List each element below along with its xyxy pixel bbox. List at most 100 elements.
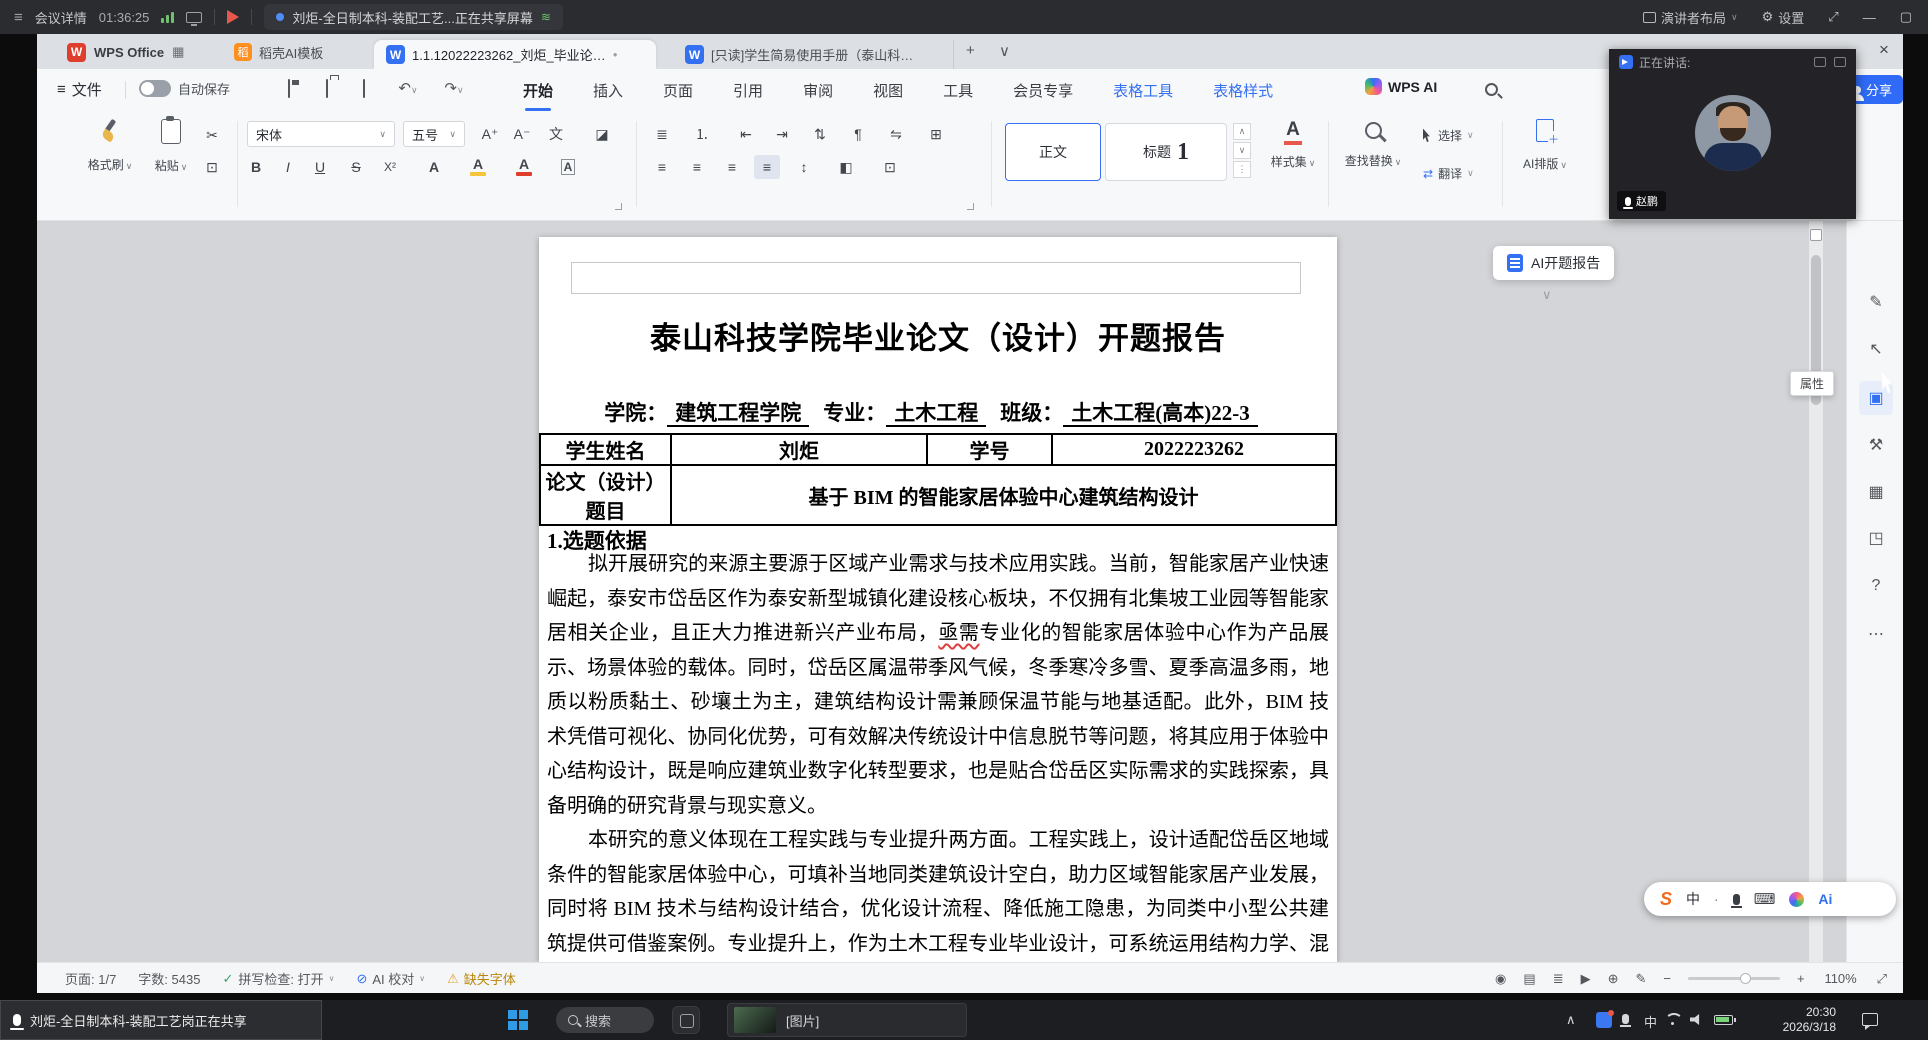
sharing-screen-tab[interactable]: 刘炬-全日制本科-装配工艺...正在共享屏幕 ≋ bbox=[264, 4, 563, 30]
eye-protect-icon[interactable]: ◉ bbox=[1495, 971, 1506, 987]
pip-icon[interactable] bbox=[1834, 57, 1846, 67]
tray-meeting-app-icon[interactable] bbox=[1596, 1012, 1612, 1028]
ime-ai-button[interactable]: Ai bbox=[1818, 891, 1832, 907]
save-button[interactable] bbox=[280, 80, 298, 98]
align-center-button[interactable]: ≡ bbox=[684, 155, 710, 179]
find-replace-button[interactable]: 查找替换∨ bbox=[1340, 119, 1406, 169]
borders-button[interactable]: ⊡ bbox=[877, 155, 903, 179]
outline-view-icon[interactable]: ≣ bbox=[1553, 971, 1564, 987]
pinyin-button[interactable]: A bbox=[419, 155, 449, 179]
play-view-icon[interactable]: ▶ bbox=[1581, 971, 1591, 987]
print-preview-button[interactable] bbox=[355, 80, 373, 98]
screen-sharing-indicator[interactable]: 刘炬-全日制本科-装配工艺岗正在共享 bbox=[0, 1000, 322, 1040]
fullscreen-button[interactable]: ⤢ bbox=[1822, 5, 1844, 29]
menu-视图[interactable]: 视图 bbox=[873, 80, 903, 101]
menu-开始[interactable]: 开始 bbox=[523, 80, 553, 101]
justify-button[interactable]: ≡ bbox=[754, 155, 780, 179]
menu-工具[interactable]: 工具 bbox=[943, 80, 973, 101]
copy-button[interactable]: ⊡ bbox=[199, 155, 225, 179]
undo-button[interactable]: ↶∨ bbox=[393, 80, 423, 98]
start-button[interactable] bbox=[508, 1010, 528, 1030]
missing-font-warning[interactable]: ⚠ 缺失字体 bbox=[447, 969, 516, 988]
ai-layout-button[interactable]: AI排版∨ bbox=[1517, 119, 1573, 172]
format-painter-button[interactable]: 格式刷∨ bbox=[82, 119, 138, 173]
ai-report-button[interactable]: AI开题报告 bbox=[1493, 246, 1614, 280]
minimize-button[interactable]: — bbox=[1857, 6, 1882, 29]
align-left-button[interactable]: ≡ bbox=[649, 155, 675, 179]
decrease-indent-button[interactable]: ⇤ bbox=[733, 122, 759, 146]
bookmark-icon[interactable]: ◳ bbox=[1859, 521, 1893, 555]
redo-button[interactable]: ↷∨ bbox=[439, 80, 469, 98]
sort-button[interactable]: ⇅ bbox=[807, 122, 833, 146]
style-heading1[interactable]: 标题 1 bbox=[1105, 123, 1227, 181]
menu-表格样式[interactable]: 表格样式 bbox=[1213, 80, 1273, 101]
document-canvas[interactable]: 泰山科技学院毕业论文（设计）开题报告 学院：建筑工程学院专业：土木工程班级：土木… bbox=[37, 221, 1846, 962]
italic-button[interactable]: I bbox=[275, 155, 301, 179]
style-gallery-down[interactable]: ∨ bbox=[1233, 142, 1251, 159]
volume-icon[interactable] bbox=[1690, 1014, 1703, 1025]
wifi-icon[interactable] bbox=[1664, 1013, 1680, 1026]
increase-indent-button[interactable]: ⇥ bbox=[769, 122, 795, 146]
text-wrap-button[interactable]: ⇋ bbox=[883, 122, 909, 146]
style-normal[interactable]: 正文 bbox=[1005, 123, 1101, 181]
increase-font-button[interactable]: A⁺ bbox=[477, 122, 503, 146]
menu-表格工具[interactable]: 表格工具 bbox=[1113, 80, 1173, 101]
tab-docer-templates[interactable]: 稻 稻壳AI模板 bbox=[224, 38, 333, 66]
print-button[interactable] bbox=[318, 80, 336, 98]
edit-pen-icon[interactable]: ✎ bbox=[1636, 971, 1647, 987]
autosave-toggle[interactable]: 自动保存 bbox=[139, 79, 230, 98]
wps-close-button[interactable]: × bbox=[1873, 40, 1895, 60]
numbered-list-button[interactable]: ⒈ bbox=[689, 122, 715, 146]
fit-page-icon[interactable]: ⤢ bbox=[1877, 971, 1887, 987]
select-tool-icon[interactable]: ↖ bbox=[1859, 332, 1893, 366]
zoom-out-button[interactable]: − bbox=[1663, 971, 1671, 986]
paragraph-group-expand-icon[interactable] bbox=[967, 203, 974, 210]
toolbox-icon[interactable]: ⚒ bbox=[1859, 428, 1893, 462]
file-menu-button[interactable]: ≡ 文件 bbox=[57, 79, 102, 100]
ime-logo-icon[interactable]: S bbox=[1660, 889, 1672, 910]
menu-引用[interactable]: 引用 bbox=[733, 80, 763, 101]
battery-icon[interactable] bbox=[1714, 1015, 1733, 1025]
app-flag-icon[interactable] bbox=[227, 10, 239, 24]
tab-document-manual[interactable]: W [只读]学生简易使用手册（泰山科技… bbox=[673, 40, 954, 69]
screenshare-monitor-icon[interactable] bbox=[186, 12, 202, 23]
ai-proof-status[interactable]: ⊘ AI 校对 ∨ bbox=[356, 969, 425, 988]
ime-toolbar[interactable]: S 中 · ⌨ Ai bbox=[1644, 882, 1896, 916]
zoom-level[interactable]: 110% bbox=[1822, 971, 1860, 986]
char-shading-button[interactable]: A bbox=[555, 155, 581, 179]
web-view-icon[interactable]: ⊕ bbox=[1608, 971, 1619, 987]
highlight-color-button[interactable]: A bbox=[463, 155, 493, 179]
font-name-select[interactable]: 宋体∨ bbox=[247, 121, 395, 147]
camera-icon[interactable] bbox=[1814, 57, 1826, 67]
vertical-scrollbar[interactable] bbox=[1809, 221, 1823, 962]
page-indicator[interactable]: 页面: 1/7 bbox=[65, 969, 116, 988]
menu-插入[interactable]: 插入 bbox=[593, 80, 623, 101]
style-gallery-up[interactable]: ∧ bbox=[1233, 123, 1251, 140]
apps-grid-icon[interactable]: ▦ bbox=[172, 44, 184, 60]
font-group-expand-icon[interactable] bbox=[615, 203, 622, 210]
insert-table-icon[interactable]: ⊞ bbox=[923, 122, 949, 146]
taskbar-chat-preview[interactable]: [图片] bbox=[727, 1003, 967, 1037]
bullet-list-button[interactable]: ≣ bbox=[649, 122, 675, 146]
word-count[interactable]: 字数: 5435 bbox=[138, 969, 200, 988]
style-gallery-more[interactable]: ⋮ bbox=[1233, 161, 1251, 178]
tab-document-active[interactable]: W 1.1.12022223262_刘炬_毕业论… ● bbox=[374, 40, 656, 69]
tray-language-indicator[interactable]: 中 bbox=[1644, 1012, 1657, 1031]
decrease-font-button[interactable]: A⁻ bbox=[509, 122, 535, 146]
ime-skin-icon[interactable] bbox=[1789, 892, 1804, 907]
strikethrough-button[interactable]: S bbox=[343, 155, 369, 179]
maximize-button[interactable]: ▢ bbox=[1894, 5, 1918, 29]
speaker-layout-button[interactable]: 演讲者布局 ∨ bbox=[1637, 4, 1744, 31]
document-page[interactable]: 泰山科技学院毕业论文（设计）开题报告 学院：建筑工程学院专业：土木工程班级：土木… bbox=[539, 237, 1337, 962]
zoom-in-button[interactable]: + bbox=[1797, 971, 1805, 986]
line-spacing-button[interactable]: ↕ bbox=[791, 155, 817, 179]
ime-punctuation-toggle[interactable]: · bbox=[1714, 891, 1719, 907]
tab-list-button[interactable]: ∨ bbox=[999, 42, 1010, 60]
wps-home-button[interactable]: W WPS Office ▦ bbox=[67, 38, 184, 66]
panel-collapse-button[interactable]: ∨ bbox=[1542, 287, 1552, 303]
taskbar-search[interactable]: 搜索 bbox=[556, 1007, 654, 1033]
tray-mic-icon[interactable] bbox=[1622, 1014, 1629, 1024]
video-call-overlay[interactable]: 正在讲话: 赵鹏 bbox=[1609, 49, 1856, 219]
search-icon[interactable] bbox=[1485, 83, 1498, 96]
ime-mic-icon[interactable] bbox=[1733, 894, 1740, 905]
